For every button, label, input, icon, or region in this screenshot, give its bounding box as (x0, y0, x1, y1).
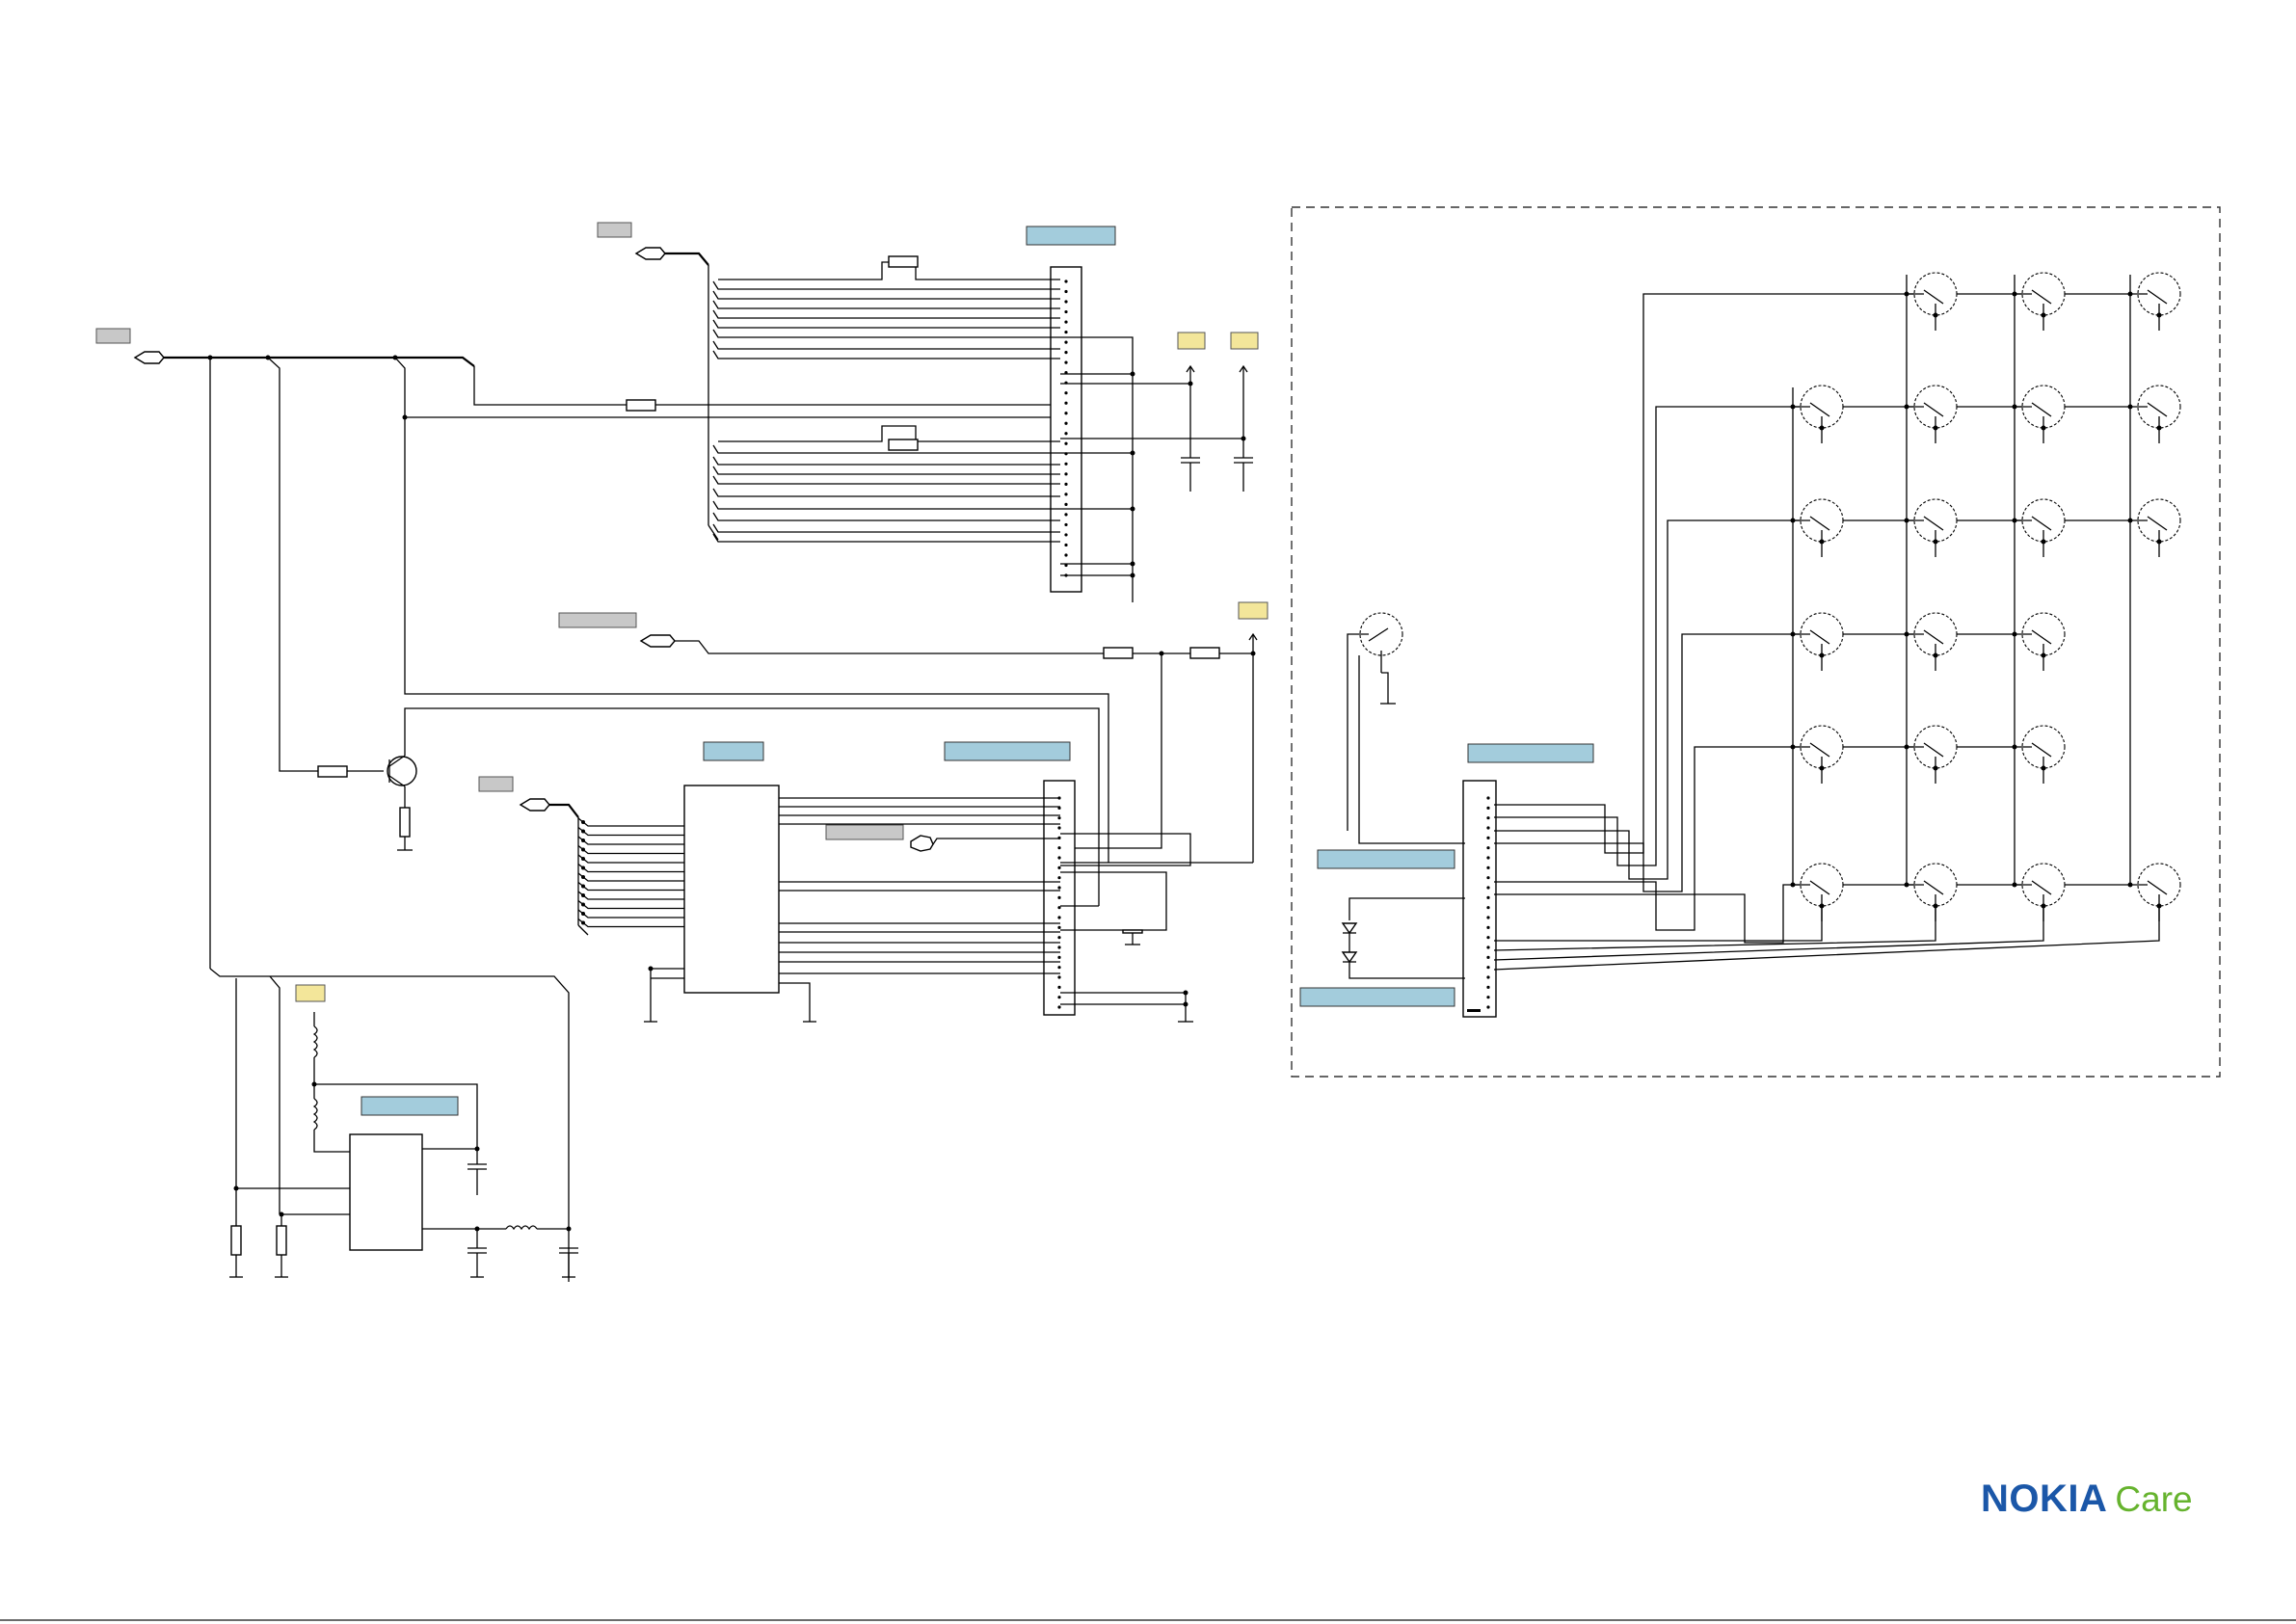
component-label-keypad-connector (1467, 743, 1594, 763)
component-label-led-upper (1317, 849, 1455, 869)
resistor (276, 1225, 287, 1256)
display-connector (1050, 266, 1082, 593)
keypad-key-switch (2127, 498, 2181, 557)
keypad-key-switch (2012, 385, 2066, 443)
regulator-circuit (209, 968, 578, 1282)
net-label-supply (95, 328, 131, 344)
keypad-key-switch (2127, 385, 2181, 443)
net-label-signal (825, 824, 904, 840)
main-supply-net (95, 328, 1109, 969)
keypad-key-switch (1904, 612, 1958, 671)
net-label-yellow (1238, 601, 1268, 620)
keypad-key-switch (2012, 612, 2066, 671)
schematic-diagram (95, 206, 2221, 1282)
net-label-bus (597, 222, 632, 238)
keypad-module-frame (1291, 206, 2221, 1078)
component-label-interface-connector (944, 741, 1071, 761)
keypad-key-switch (2012, 498, 2066, 557)
switch-contact (1122, 929, 1143, 934)
brand-name: NOKIA (1981, 1478, 2108, 1520)
net-label-yellow (1177, 332, 1206, 350)
regulator-ic (349, 1133, 423, 1251)
keypad-key-switch (2012, 725, 2066, 784)
keypad-key-switch (1790, 385, 1844, 443)
net-label-small (478, 776, 514, 792)
interface-ic (683, 785, 780, 994)
page-bottom-rule (0, 1619, 2296, 1621)
keypad-key-switch (2127, 863, 2181, 921)
nokia-care-logo: NOKIA Care (1981, 1479, 2193, 1518)
resistor (317, 765, 348, 778)
led-icon (1341, 951, 1358, 964)
keypad-key-switch (1904, 272, 1958, 331)
keypad-key-switch (1904, 385, 1958, 443)
net-label-long (558, 612, 637, 628)
brand-product: Care (2115, 1479, 2193, 1519)
keypad-key-switch (2127, 272, 2181, 331)
keypad-key-switch (1904, 725, 1958, 784)
keypad-key-switch (1904, 863, 1958, 921)
keypad-connector (1462, 780, 1497, 1018)
keypad-key-switch (1790, 863, 1844, 921)
keypad-key-switch (1790, 498, 1844, 557)
resistor (626, 399, 656, 412)
transistor-symbol (387, 756, 417, 786)
keypad-key-switch (1790, 612, 1844, 671)
net-label-yellow (295, 984, 326, 1002)
keypad-section (1299, 272, 2181, 1018)
net-label-yellow (1230, 332, 1259, 350)
keypad-key-switch (1790, 725, 1844, 784)
resistor (230, 1225, 242, 1256)
keypad-key-switch (1904, 498, 1958, 557)
keypad-key-switch (2012, 272, 2066, 331)
component-label-ic (703, 741, 764, 761)
component-label-led-lower (1299, 987, 1455, 1007)
resistor (888, 439, 919, 451)
resistor (1103, 647, 1134, 659)
resistor (1189, 647, 1220, 659)
keypad-row-line (1681, 633, 2015, 675)
led-icon (1341, 922, 1358, 935)
resistor (399, 807, 411, 838)
keypad-key-switch (2012, 863, 2066, 921)
keypad-row-line (1694, 746, 2015, 788)
component-label-display-connector (1026, 226, 1116, 246)
pin1-marker (1467, 1009, 1481, 1012)
resistor (888, 255, 919, 268)
bus-wires (712, 280, 1060, 543)
display-connector-section (597, 222, 1259, 602)
component-label-regulator (360, 1096, 459, 1116)
